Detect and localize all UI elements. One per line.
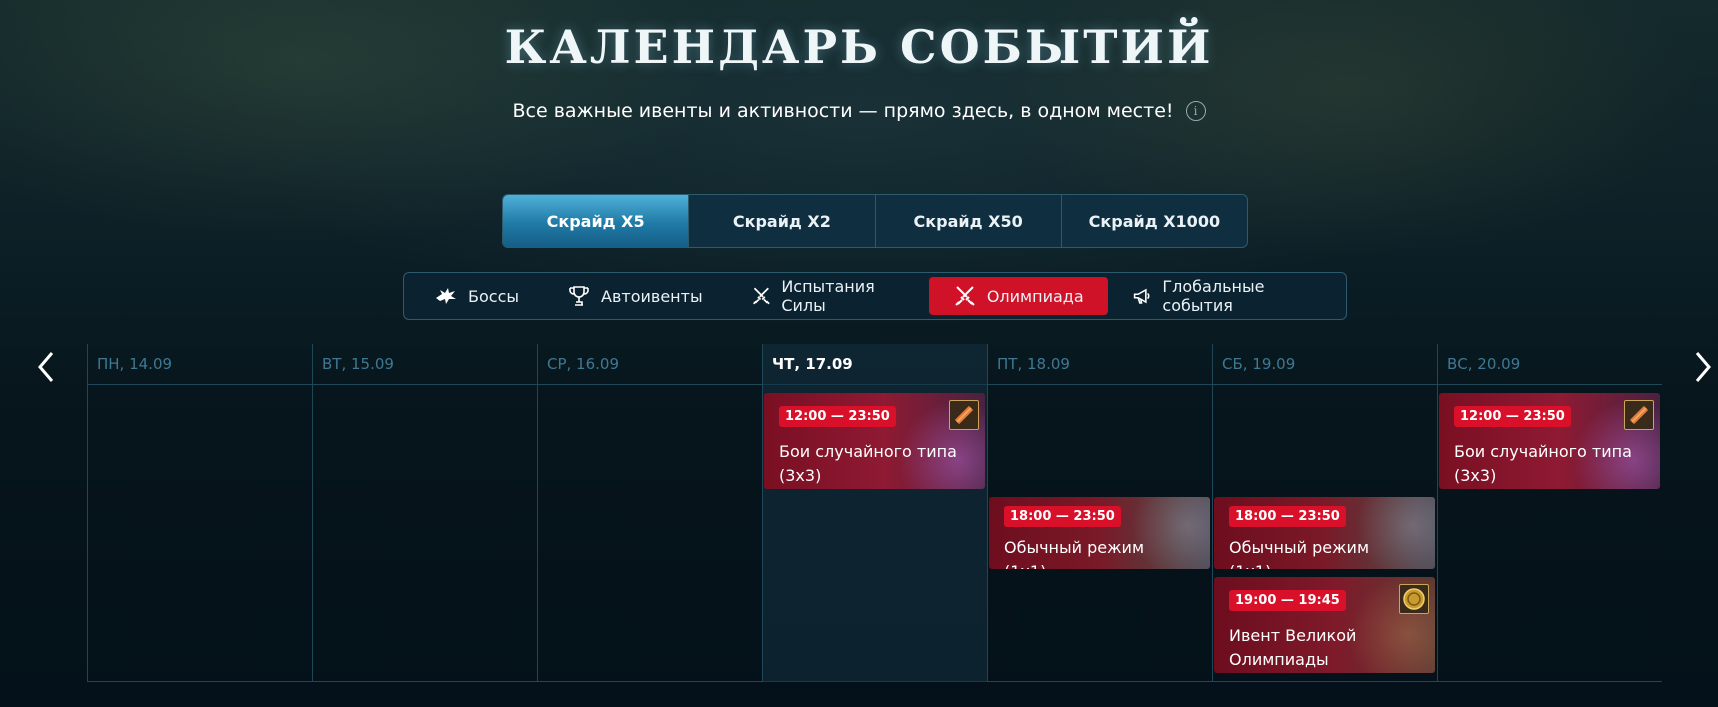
event-card[interactable]: 18:00 — 23:50 Обычный режим (1x1)	[1214, 497, 1435, 569]
day-column-mon: ПН, 14.09	[87, 344, 312, 682]
event-time: 19:00 — 19:45	[1229, 590, 1346, 611]
category-tab-label: Испытания Силы	[781, 277, 875, 315]
category-tab-olympiad[interactable]: Олимпиада	[928, 277, 1108, 315]
server-tab-x5[interactable]: Скрайд X5	[503, 195, 690, 247]
chevron-right-icon	[1695, 352, 1711, 382]
page-title: КАЛЕНДАРЬ СОБЫТИЙ	[504, 20, 1214, 74]
event-name: Ивент Великой Олимпиады	[1229, 626, 1357, 669]
subtitle-text: Все важные ивенты и активности — прямо з…	[512, 100, 1174, 122]
day-header: ПТ, 18.09	[997, 355, 1070, 373]
category-tab-label: Автоивенты	[601, 286, 703, 306]
server-tab-x2[interactable]: Скрайд X2	[689, 195, 876, 247]
event-name: Обычный режим (1x1)	[1229, 538, 1370, 569]
prev-week-button[interactable]	[31, 347, 61, 387]
scroll-icon	[949, 400, 979, 430]
scroll-icon	[1624, 400, 1654, 430]
day-header: ПН, 14.09	[97, 355, 173, 373]
category-tabs: Боссы Автоивенты Испытания Силы Олимпиад…	[403, 272, 1347, 320]
event-card[interactable]: 19:00 — 19:45 Ивент Великой Олимпиады	[1214, 577, 1435, 673]
day-header: СР, 16.09	[547, 355, 619, 373]
crossed-swords-icon	[752, 287, 770, 305]
event-time: 18:00 — 23:50	[1229, 506, 1346, 527]
day-header: СБ, 19.09	[1222, 355, 1296, 373]
day-header: ВС, 20.09	[1447, 355, 1521, 373]
day-column-fri: ПТ, 18.09 18:00 — 23:50 Обычный режим (1…	[987, 344, 1212, 682]
category-tab-bosses[interactable]: Боссы	[410, 277, 543, 315]
chevron-left-icon	[38, 352, 54, 382]
category-tab-global[interactable]: Глобальные события	[1108, 277, 1340, 315]
next-week-button[interactable]	[1688, 347, 1718, 387]
category-tab-label: Глобальные события	[1162, 277, 1265, 315]
megaphone-icon	[1133, 288, 1150, 304]
category-tab-autoevents[interactable]: Автоивенты	[543, 277, 727, 315]
day-header: ЧТ, 17.09	[772, 355, 853, 373]
server-tab-x1000[interactable]: Скрайд X1000	[1062, 195, 1247, 247]
day-column-sun: ВС, 20.09 12:00 — 23:50 Бои случайного т…	[1437, 344, 1662, 682]
day-header: ВТ, 15.09	[322, 355, 394, 373]
event-time: 12:00 — 23:50	[1454, 406, 1571, 427]
category-tab-label: Боссы	[468, 286, 519, 306]
event-time: 12:00 — 23:50	[779, 406, 896, 427]
category-tab-label: Олимпиада	[986, 286, 1084, 306]
event-card[interactable]: 12:00 — 23:50 Бои случайного типа (3x3)	[764, 393, 985, 489]
trophy-icon	[569, 286, 589, 306]
event-name: Обычный режим (1x1)	[1004, 538, 1145, 569]
server-tab-x50[interactable]: Скрайд X50	[876, 195, 1062, 247]
event-time: 18:00 — 23:50	[1004, 506, 1121, 527]
crossed-swords-icon	[955, 286, 975, 306]
category-tab-trials[interactable]: Испытания Силы	[727, 277, 929, 315]
dragon-icon	[436, 288, 456, 304]
page-subtitle: Все важные ивенты и активности — прямо з…	[0, 100, 1718, 122]
calendar-grid: ПН, 14.09 ВТ, 15.09 СР, 16.09 ЧТ, 17.09 …	[87, 344, 1662, 682]
event-name: Бои случайного типа (3x3)	[1454, 442, 1632, 485]
event-card[interactable]: 12:00 — 23:50 Бои случайного типа (3x3)	[1439, 393, 1660, 489]
server-tabs: Скрайд X5 Скрайд X2 Скрайд X50 Скрайд X1…	[502, 194, 1248, 248]
day-column-tue: ВТ, 15.09	[312, 344, 537, 682]
day-column-sat: СБ, 19.09 18:00 — 23:50 Обычный режим (1…	[1212, 344, 1437, 682]
day-column-thu: ЧТ, 17.09 12:00 — 23:50 Бои случайного т…	[762, 344, 987, 682]
info-icon[interactable]: i	[1185, 101, 1206, 121]
event-name: Бои случайного типа (3x3)	[779, 442, 957, 485]
day-column-wed: СР, 16.09	[537, 344, 762, 682]
event-card[interactable]: 18:00 — 23:50 Обычный режим (1x1)	[989, 497, 1210, 569]
coin-icon	[1399, 584, 1429, 614]
